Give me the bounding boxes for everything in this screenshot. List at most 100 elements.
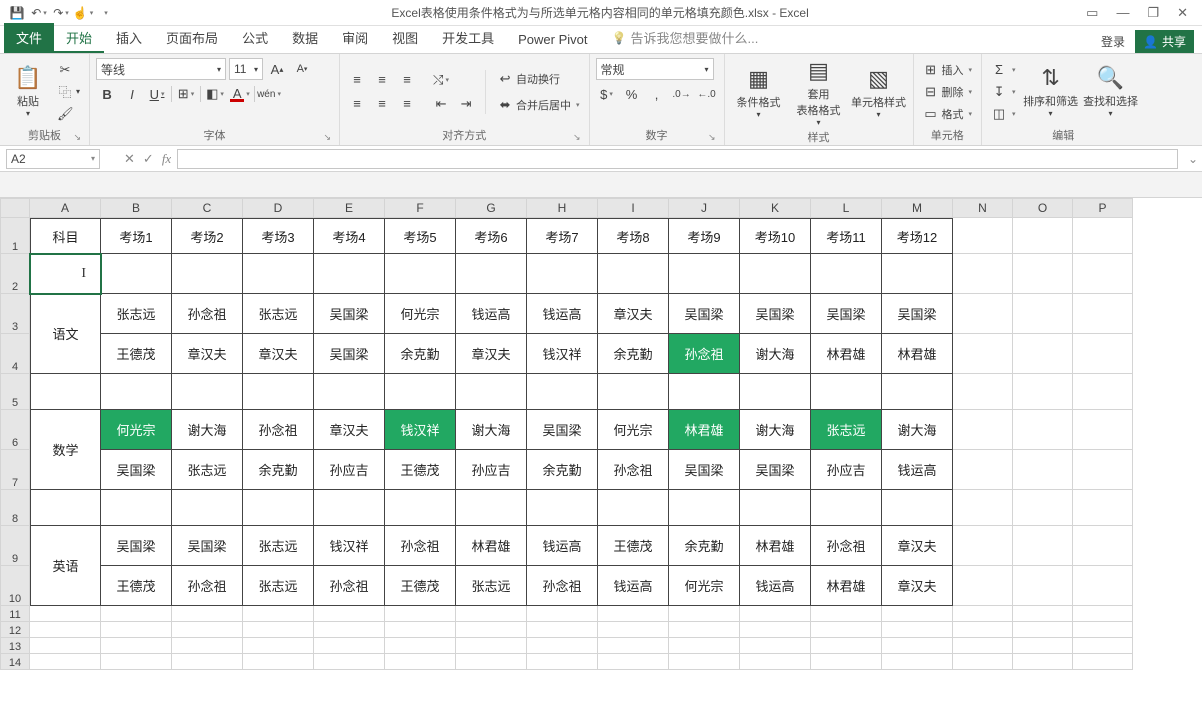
row-header[interactable]: 2 [0, 254, 30, 294]
column-header[interactable]: D [243, 198, 314, 218]
cell[interactable] [953, 526, 1013, 566]
table-cell[interactable] [456, 490, 527, 526]
cell[interactable] [1073, 566, 1133, 606]
table-cell[interactable] [385, 254, 456, 294]
font-name-select[interactable]: 等线▾ [96, 58, 226, 80]
cell[interactable] [385, 654, 456, 670]
table-cell[interactable] [811, 490, 882, 526]
cell[interactable] [1073, 606, 1133, 622]
worksheet-grid[interactable]: ABCDEFGHIJKLMNOP1234567891011121314科目考场1… [0, 198, 1202, 670]
table-cell[interactable]: 钱汉祥 [385, 410, 456, 450]
row-header[interactable]: 12 [0, 622, 30, 638]
cell[interactable] [1073, 410, 1133, 450]
name-box[interactable]: A2▾ [6, 149, 100, 169]
table-cell[interactable]: 余克勤 [385, 334, 456, 374]
table-cell[interactable] [882, 254, 953, 294]
table-cell[interactable] [882, 374, 953, 410]
cell[interactable] [1073, 294, 1133, 334]
cell[interactable] [953, 374, 1013, 410]
table-cell[interactable] [385, 374, 456, 410]
fill-button[interactable]: ↧ [988, 82, 1019, 102]
font-dialog-launcher[interactable]: ↘ [323, 132, 331, 143]
cell[interactable] [1013, 526, 1073, 566]
close-button[interactable]: ✕ [1177, 5, 1188, 21]
touch-mode-button[interactable]: ☝ [74, 4, 92, 22]
cell[interactable] [598, 654, 669, 670]
table-cell[interactable]: 何光宗 [385, 294, 456, 334]
table-cell[interactable] [740, 490, 811, 526]
cell[interactable] [953, 218, 1013, 254]
table-cell[interactable] [243, 490, 314, 526]
align-top-button[interactable]: ≡ [346, 70, 368, 90]
cell[interactable] [527, 654, 598, 670]
table-cell[interactable] [314, 374, 385, 410]
table-cell[interactable]: 吴国梁 [811, 294, 882, 334]
table-cell[interactable]: 王德茂 [101, 334, 172, 374]
enter-edit-button[interactable]: ✓ [143, 151, 154, 167]
table-cell[interactable] [740, 374, 811, 410]
underline-button[interactable]: U [146, 84, 168, 104]
cell[interactable] [30, 622, 101, 638]
cell[interactable] [669, 622, 740, 638]
table-cell[interactable]: 章汉夫 [314, 410, 385, 450]
cell[interactable] [1073, 254, 1133, 294]
cell[interactable] [953, 654, 1013, 670]
table-cell[interactable]: 张志远 [243, 566, 314, 606]
table-cell[interactable] [598, 254, 669, 294]
row-header[interactable]: 6 [0, 410, 30, 450]
table-cell[interactable]: 吴国梁 [314, 294, 385, 334]
cell[interactable] [811, 606, 882, 622]
column-header[interactable]: G [456, 198, 527, 218]
table-cell[interactable]: 吴国梁 [101, 526, 172, 566]
cell[interactable] [1013, 566, 1073, 606]
cell[interactable] [953, 566, 1013, 606]
table-cell[interactable] [669, 490, 740, 526]
row-header[interactable]: 8 [0, 490, 30, 526]
column-header[interactable]: M [882, 198, 953, 218]
tab-view[interactable]: 视图 [380, 23, 430, 53]
cancel-edit-button[interactable]: ✕ [124, 151, 135, 167]
cell[interactable] [1073, 374, 1133, 410]
cell[interactable] [172, 622, 243, 638]
cell[interactable] [1073, 450, 1133, 490]
cell[interactable] [1073, 622, 1133, 638]
bold-button[interactable]: B [96, 84, 118, 104]
cell-styles-button[interactable]: ▧单元格样式▾ [851, 66, 907, 119]
minimize-button[interactable]: — [1116, 5, 1129, 21]
cell[interactable] [172, 638, 243, 654]
share-button[interactable]: 👤共享 [1135, 30, 1194, 53]
table-cell[interactable]: 孙应吉 [811, 450, 882, 490]
subject-cell[interactable]: 数学 [30, 410, 101, 490]
cell[interactable] [1013, 294, 1073, 334]
table-cell[interactable] [811, 254, 882, 294]
table-cell[interactable]: 孙念祖 [811, 526, 882, 566]
table-cell[interactable]: 钱运高 [527, 526, 598, 566]
table-cell[interactable]: 吴国梁 [882, 294, 953, 334]
cell[interactable] [811, 622, 882, 638]
comma-button[interactable]: , [646, 84, 668, 104]
conditional-format-button[interactable]: ▦条件格式▾ [731, 66, 787, 119]
cell[interactable] [1013, 622, 1073, 638]
format-cells-button[interactable]: ▭格式 [920, 104, 976, 124]
table-cell[interactable]: 孙应吉 [314, 450, 385, 490]
italic-button[interactable]: I [121, 84, 143, 104]
cell[interactable] [101, 638, 172, 654]
subject-cell[interactable] [30, 374, 101, 410]
table-header-cell[interactable]: 科目 [30, 218, 101, 254]
cell[interactable] [1013, 490, 1073, 526]
cell[interactable] [1013, 450, 1073, 490]
pinyin-button[interactable]: wén [258, 84, 280, 104]
cell[interactable] [30, 654, 101, 670]
cell[interactable] [598, 638, 669, 654]
cell[interactable] [1073, 218, 1133, 254]
cell[interactable] [1013, 218, 1073, 254]
cell[interactable] [1073, 526, 1133, 566]
subject-cell[interactable]: 语文 [30, 294, 101, 374]
table-cell[interactable]: 吴国梁 [669, 294, 740, 334]
cell[interactable] [172, 606, 243, 622]
insert-function-button[interactable]: fx [162, 151, 171, 167]
table-cell[interactable]: 孙念祖 [172, 566, 243, 606]
decrease-decimal-button[interactable]: ←.0 [696, 84, 718, 104]
table-cell[interactable]: 张志远 [243, 526, 314, 566]
table-cell[interactable]: 钱运高 [740, 566, 811, 606]
